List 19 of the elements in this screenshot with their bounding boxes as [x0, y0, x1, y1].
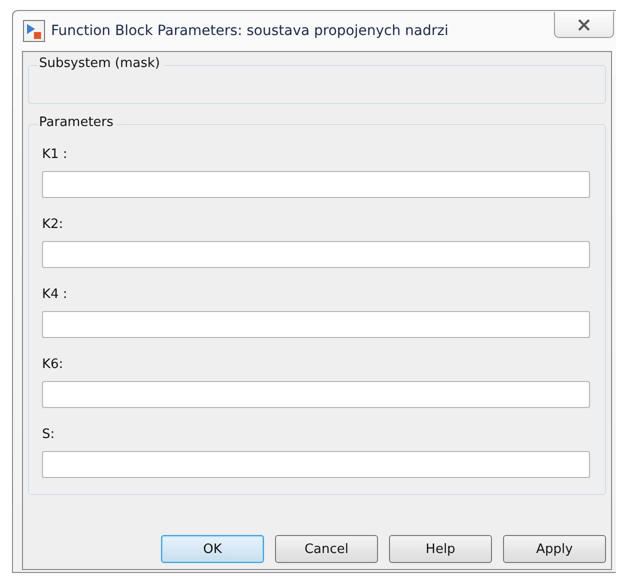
- group-title: Subsystem (mask): [38, 56, 164, 71]
- dialog-button[interactable]: Cancel: [275, 535, 378, 563]
- input-field[interactable]: [42, 171, 590, 198]
- field-label: K4 :: [42, 287, 68, 302]
- input-field[interactable]: [42, 381, 590, 408]
- input-field[interactable]: [42, 241, 590, 268]
- input-field[interactable]: [42, 451, 590, 478]
- field-label: K2:: [42, 217, 64, 232]
- close-button[interactable]: [554, 12, 614, 38]
- field-label: K6:: [42, 357, 64, 372]
- window-title: Function Block Parameters: soustava propojenych nadrzi: [51, 23, 448, 39]
- dialog-button[interactable]: OK: [161, 535, 264, 563]
- block-icon: [23, 20, 45, 42]
- close-icon: [576, 18, 592, 30]
- input-field[interactable]: [42, 311, 590, 338]
- dialog-button[interactable]: Apply: [503, 535, 606, 563]
- field-label: K1 :: [42, 147, 68, 162]
- field-label: S:: [42, 427, 56, 442]
- dialog-button[interactable]: Help: [389, 535, 492, 563]
